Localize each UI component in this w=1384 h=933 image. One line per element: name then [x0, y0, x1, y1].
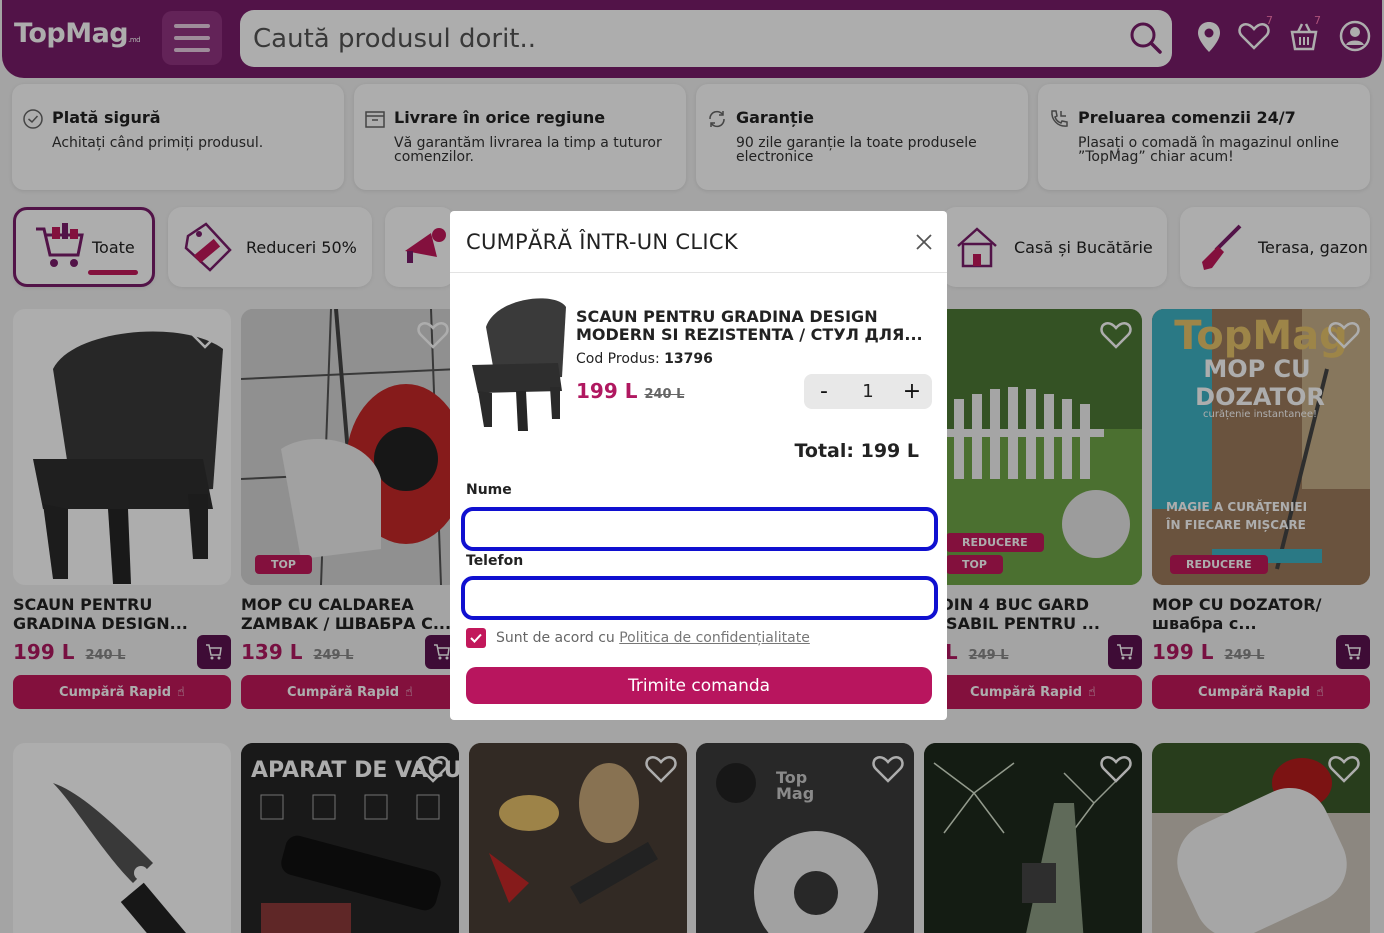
modal-header: CUMPĂRĂ ÎNTR-UN CLICK [450, 211, 947, 273]
product-thumbnail [472, 298, 566, 431]
product-price: 199 L 240 L [576, 379, 685, 403]
name-field[interactable] [461, 507, 938, 551]
modal-title: CUMPĂRĂ ÎNTR-UN CLICK [466, 230, 738, 254]
quantity-stepper: - 1 + [804, 374, 932, 409]
phone-label: Telefon [466, 553, 524, 569]
consent-row: Sunt de acord cu Politica de confidenția… [466, 628, 810, 648]
order-total: Total: 199 L [794, 440, 919, 462]
product-name: SCAUN PENTRU GRADINA DESIGN MODERN SI RE… [576, 307, 923, 344]
quantity-value[interactable]: 1 [862, 381, 873, 402]
phone-field[interactable] [461, 576, 938, 620]
privacy-policy-link[interactable]: Politica de confidențialitate [619, 630, 810, 646]
consent-checkbox[interactable] [466, 628, 486, 648]
submit-order-button[interactable]: Trimite comanda [466, 667, 932, 704]
check-icon [470, 633, 482, 643]
name-label: Nume [466, 482, 512, 498]
close-icon[interactable] [915, 233, 933, 251]
consent-text: Sunt de acord cu Politica de confidenția… [496, 630, 810, 646]
decrease-button[interactable]: - [814, 379, 834, 404]
increase-button[interactable]: + [902, 379, 922, 404]
product-code: Cod Produs: 13796 [576, 351, 713, 367]
quick-buy-modal: CUMPĂRĂ ÎNTR-UN CLICK SCAUN PENTRU GRADI… [450, 211, 947, 720]
